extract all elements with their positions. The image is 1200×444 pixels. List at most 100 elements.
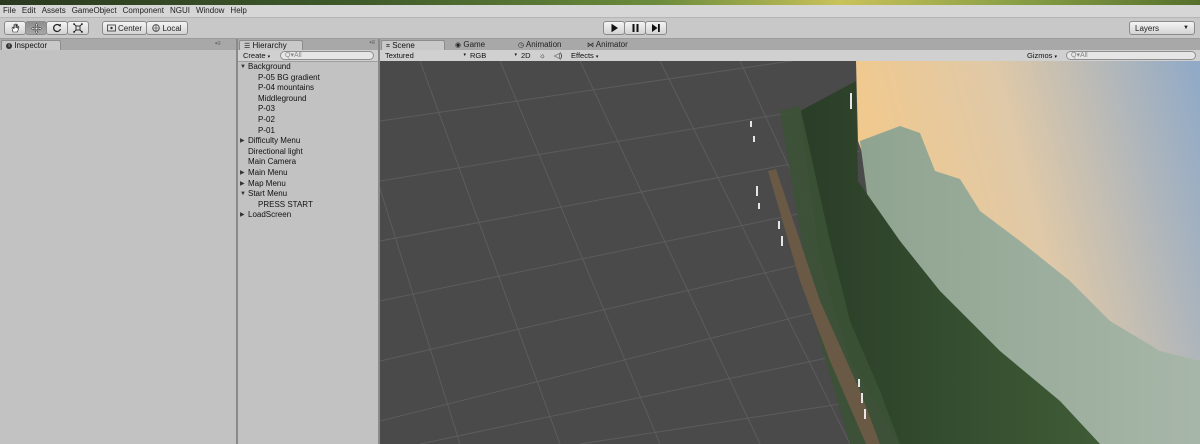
hierarchy-item-label: P-05 BG gradient	[258, 72, 320, 82]
tab-scene-label: Scene	[392, 41, 415, 50]
hierarchy-item[interactable]: PRESS START	[238, 200, 378, 211]
hierarchy-item[interactable]: ▼ Background	[238, 62, 378, 73]
hierarchy-item-label: Main Menu	[248, 167, 288, 177]
hierarchy-item[interactable]: ▶ Difficulty Menu	[238, 136, 378, 147]
panel-menu-icon[interactable]: ▪≡	[369, 40, 375, 46]
tab-scene[interactable]: ⌗ Scene	[381, 40, 445, 50]
hierarchy-item[interactable]: ▶ Main Menu	[238, 168, 378, 179]
scene-search-input[interactable]: Q▾All	[1066, 51, 1196, 60]
hierarchy-item[interactable]: ▶ LoadScreen	[238, 210, 378, 221]
hierarchy-item[interactable]: P-04 mountains	[238, 83, 378, 94]
triangle-down-icon[interactable]: ▼	[240, 189, 246, 200]
scene-lighting-toggle[interactable]: ☼	[536, 51, 549, 60]
tab-inspector[interactable]: i Inspector	[1, 40, 61, 50]
tab-game[interactable]: ◉ Game	[451, 40, 511, 50]
speaker-icon: ◁)	[554, 51, 563, 60]
hierarchy-toolbar: Create ▾ Q▾All	[238, 50, 378, 62]
scene-icon: ⌗	[386, 43, 390, 50]
hierarchy-icon: ☰	[244, 43, 251, 50]
hierarchy-item[interactable]: P-03	[238, 104, 378, 115]
play-button[interactable]	[603, 21, 625, 35]
hierarchy-item-label: Map Menu	[248, 178, 286, 188]
menu-file[interactable]: File	[0, 5, 19, 17]
menu-assets[interactable]: Assets	[39, 5, 69, 17]
hierarchy-item-label: Main Camera	[248, 157, 297, 167]
pivot-local-button[interactable]: Local	[146, 21, 188, 35]
menu-component[interactable]: Component	[120, 5, 167, 17]
pivot-center-button[interactable]: Center	[102, 21, 147, 35]
move-icon	[30, 22, 42, 34]
triangle-down-icon[interactable]: ▼	[240, 62, 246, 73]
info-icon: i	[6, 42, 12, 49]
chevron-down-icon: ▾	[1054, 54, 1058, 60]
play-icon	[611, 23, 618, 33]
sun-icon: ☼	[539, 51, 546, 60]
pause-icon	[632, 24, 638, 32]
pause-button[interactable]	[624, 21, 646, 35]
hierarchy-search-input[interactable]: Q▾All	[280, 51, 374, 60]
create-dropdown[interactable]: Create ▾	[240, 51, 273, 60]
triangle-right-icon[interactable]: ▶	[240, 210, 245, 221]
render-mode-label: RGB	[470, 51, 487, 60]
hierarchy-item[interactable]: P-02	[238, 115, 378, 126]
layers-dropdown[interactable]: Layers ▼	[1129, 21, 1195, 35]
tab-game-label: Game	[463, 40, 486, 49]
hierarchy-item[interactable]: Directional light	[238, 147, 378, 158]
effects-dropdown[interactable]: Effects ▾	[568, 51, 601, 60]
hierarchy-tabbar: ☰ Hierarchy ▪≡	[238, 39, 378, 50]
gizmos-label: Gizmos	[1027, 51, 1053, 60]
menu-help[interactable]: Help	[227, 5, 249, 17]
hierarchy-item[interactable]: Main Camera	[238, 157, 378, 168]
hierarchy-item[interactable]: P-05 BG gradient	[238, 73, 378, 84]
step-button[interactable]	[645, 21, 667, 35]
shading-mode-dropdown[interactable]: Textured ▾	[382, 51, 468, 60]
menu-ngui[interactable]: NGUI	[167, 5, 193, 17]
inspector-tabbar: i Inspector ▪≡	[0, 39, 236, 50]
hand-tool-button[interactable]	[4, 21, 26, 35]
pivot-icon	[107, 24, 116, 32]
scene-tabbar: ⌗ Scene ◉ Game ◷ Animation ⋈ Animator	[380, 39, 1200, 50]
hierarchy-item[interactable]: ▼ Start Menu	[238, 189, 378, 200]
triangle-right-icon[interactable]: ▶	[240, 136, 245, 147]
hierarchy-item-label: PRESS START	[258, 199, 313, 209]
triangle-right-icon[interactable]: ▶	[240, 168, 245, 179]
tab-animator[interactable]: ⋈ Animator	[583, 40, 647, 50]
rotate-tool-button[interactable]	[46, 21, 68, 35]
effects-label: Effects	[571, 51, 594, 60]
main-toolbar: Center Local Layers ▼	[0, 18, 1200, 39]
step-icon	[652, 24, 660, 32]
tab-hierarchy[interactable]: ☰ Hierarchy	[239, 40, 303, 50]
scene-audio-toggle[interactable]: ◁)	[551, 51, 565, 60]
clock-icon: ◷	[518, 42, 525, 49]
scene-viewport[interactable]	[380, 61, 1200, 444]
hierarchy-item[interactable]: P-01	[238, 126, 378, 137]
menu-bar: File Edit Assets GameObject Component NGUI Win…	[0, 5, 1200, 18]
hierarchy-item-label: P-03	[258, 104, 275, 114]
hierarchy-item-label: P-01	[258, 125, 275, 135]
hierarchy-item-label: P-04 mountains	[258, 83, 315, 93]
shading-mode-label: Textured	[385, 51, 414, 60]
triangle-right-icon[interactable]: ▶	[240, 179, 245, 190]
hierarchy-panel: ☰ Hierarchy ▪≡ Create ▾ Q▾All ▼ Backgroun…	[238, 39, 378, 444]
menu-window[interactable]: Window	[193, 5, 227, 17]
scale-tool-button[interactable]	[67, 21, 89, 35]
local-space-icon	[152, 24, 161, 32]
inspector-panel: i Inspector ▪≡	[0, 39, 236, 444]
hierarchy-tree: ▼ Background P-05 BG gradient P-04 mountain…	[238, 62, 378, 221]
render-mode-dropdown[interactable]: RGB ▾	[467, 51, 519, 60]
scale-icon	[73, 23, 83, 33]
hierarchy-item[interactable]: ▶ Map Menu	[238, 179, 378, 190]
tab-animation[interactable]: ◷ Animation	[514, 40, 580, 50]
create-label: Create	[243, 51, 266, 60]
pivot-center-label: Center	[117, 23, 142, 33]
mode-2d-toggle[interactable]: 2D	[518, 51, 534, 60]
lock-icon[interactable]: ▪≡	[215, 41, 221, 47]
hierarchy-item[interactable]: Middleground	[238, 94, 378, 105]
tab-animator-label: Animator	[595, 40, 628, 49]
menu-gameobject[interactable]: GameObject	[69, 5, 120, 17]
gizmos-dropdown[interactable]: Gizmos ▾	[1024, 51, 1060, 60]
menu-edit[interactable]: Edit	[19, 5, 39, 17]
layers-label: Layers	[1135, 23, 1160, 33]
move-tool-button[interactable]	[25, 21, 47, 35]
chevron-down-icon: ▾	[595, 54, 599, 60]
